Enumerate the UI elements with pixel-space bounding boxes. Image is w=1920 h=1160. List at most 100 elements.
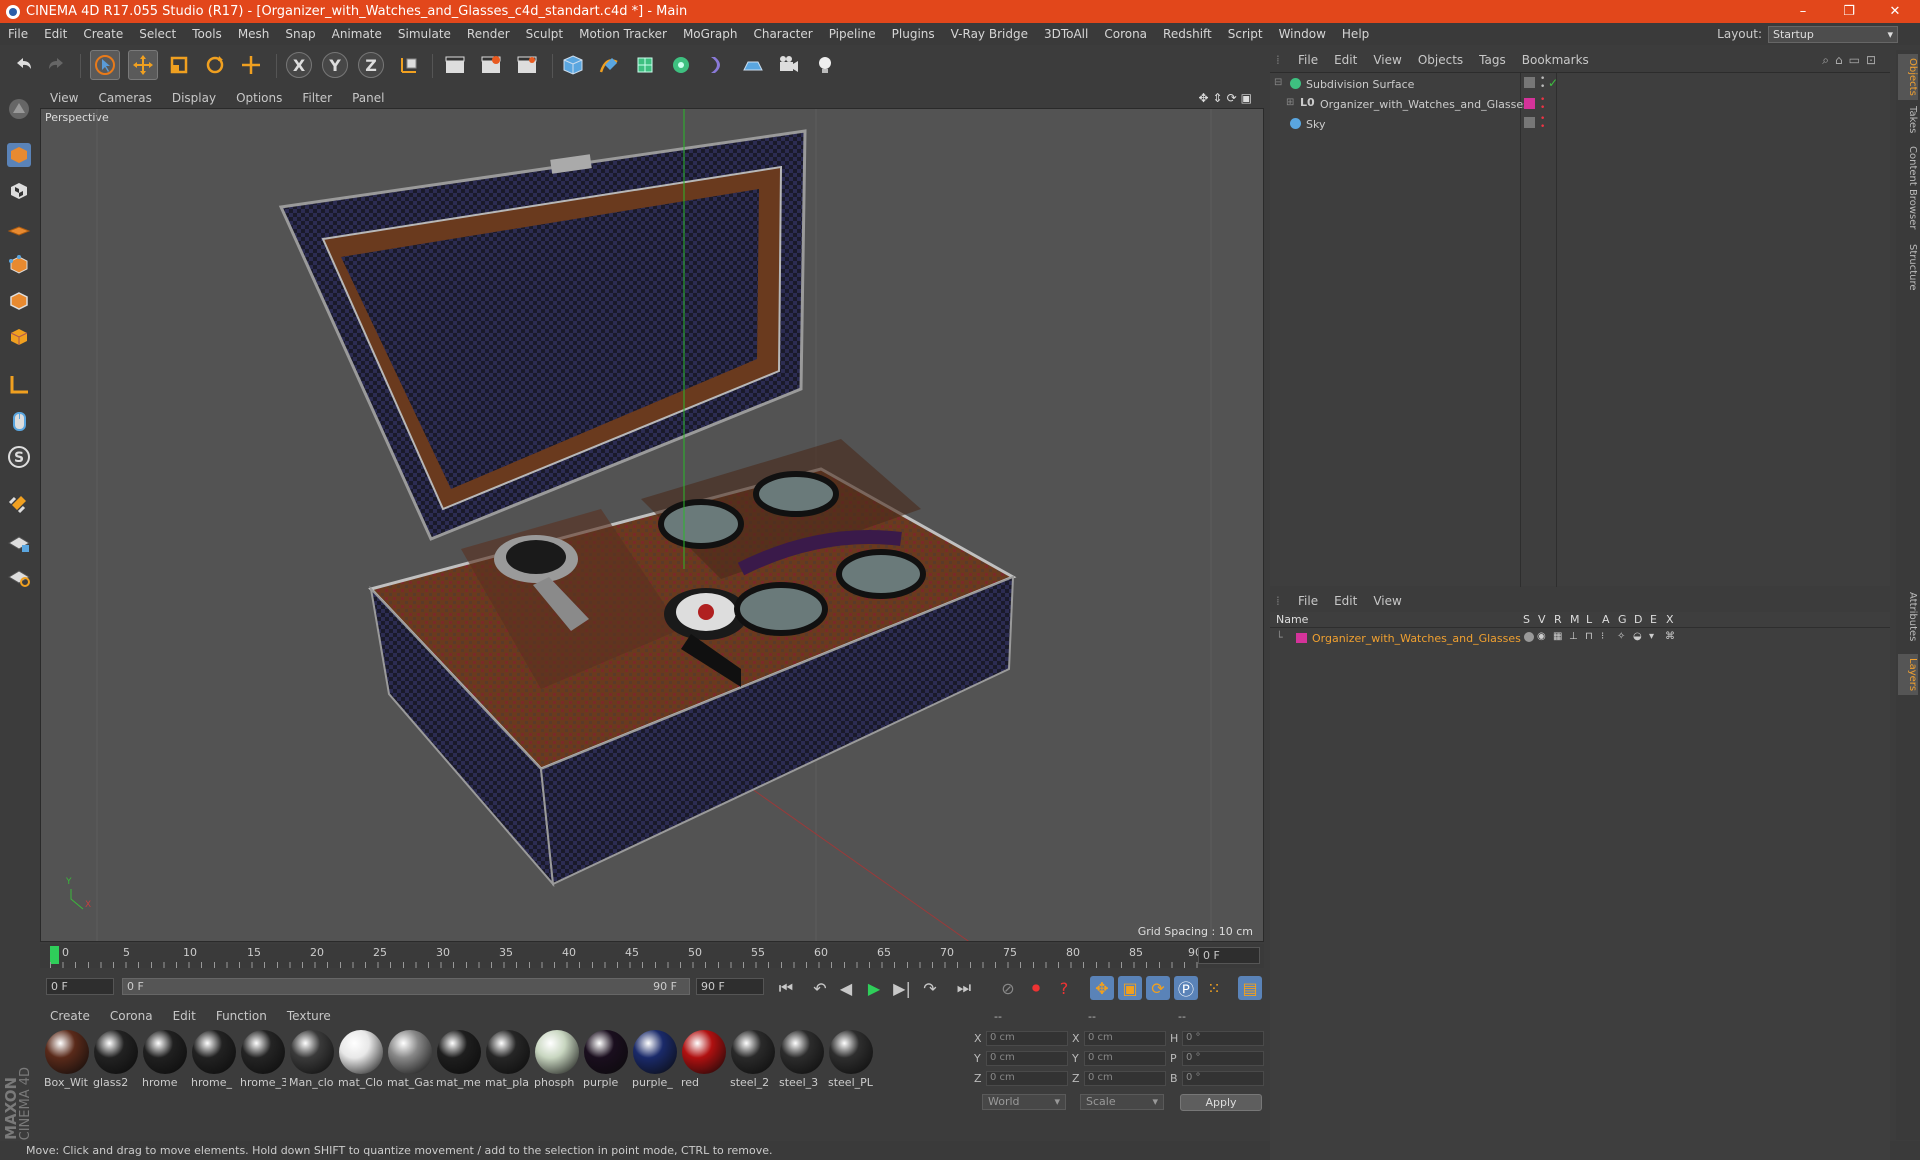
objects-menu-objects[interactable]: Objects <box>1410 53 1471 67</box>
maximize-button[interactable]: ❐ <box>1826 0 1872 23</box>
autokey-button[interactable]: ⏺ <box>1024 976 1048 1000</box>
z-axis-lock-button[interactable]: Z <box>358 52 384 78</box>
keyframe-selection-button[interactable]: ? <box>1052 976 1076 1000</box>
expand-toggle-icon[interactable]: ⊞ <box>1286 97 1294 108</box>
make-editable-button[interactable] <box>4 94 34 124</box>
add-spline-button[interactable] <box>594 50 624 80</box>
enabled-check-icon[interactable]: ✓ <box>1548 76 1558 90</box>
tab-objects[interactable]: Objects <box>1898 54 1918 100</box>
viewport-menu-display[interactable]: Display <box>162 91 226 105</box>
edges-mode-button[interactable] <box>4 286 34 316</box>
tab-takes[interactable]: Takes <box>1898 106 1918 133</box>
y-axis-lock-button[interactable]: Y <box>322 52 348 78</box>
lock-icon[interactable]: ⊓ <box>1585 631 1593 642</box>
go-to-start-button[interactable]: ⏮ <box>774 976 798 1000</box>
material-swatch[interactable]: steel_PL <box>828 1030 874 1090</box>
objects-menu-edit[interactable]: Edit <box>1326 53 1365 67</box>
end-frame-field[interactable]: 90 F <box>696 978 764 995</box>
menu-snap[interactable]: Snap <box>277 27 323 41</box>
layer-col-manager[interactable]: M <box>1570 613 1580 626</box>
magnet-button[interactable] <box>4 488 34 518</box>
start-frame-field[interactable]: 0 F <box>46 978 114 995</box>
position-z-field[interactable]: 0 cm <box>986 1071 1068 1086</box>
object-manager-tools[interactable]: ⌕⌂▭⊡ <box>1822 53 1882 68</box>
layer-col-xref[interactable]: X <box>1666 613 1674 626</box>
size-y-field[interactable]: 0 cm <box>1084 1051 1166 1066</box>
points-mode-button[interactable] <box>4 250 34 280</box>
apply-button[interactable]: Apply <box>1180 1094 1262 1111</box>
menu-simulate[interactable]: Simulate <box>390 27 459 41</box>
coordinate-system-button[interactable] <box>394 50 424 80</box>
visibility-dots[interactable]: • • <box>1540 75 1545 92</box>
timeline-ruler[interactable]: 0 5 10 15 20 25 30 35 40 45 50 55 60 65 … <box>40 944 1264 968</box>
objects-menu-tags[interactable]: Tags <box>1471 53 1514 67</box>
objects-menu-view[interactable]: View <box>1365 53 1409 67</box>
rotation-h-field[interactable]: 0 ° <box>1182 1031 1264 1046</box>
frame-ruler[interactable]: 0 5 10 15 20 25 30 35 40 45 50 55 60 65 … <box>50 944 1202 968</box>
material-swatch[interactable]: mat_Gas <box>387 1030 433 1090</box>
previous-key-button[interactable]: ↶ <box>808 976 832 1000</box>
coordinate-space-dropdown[interactable]: World ▾ <box>982 1094 1066 1110</box>
object-name[interactable]: Subdivision Surface <box>1306 78 1414 91</box>
minimize-button[interactable]: – <box>1780 0 1826 23</box>
material-swatch[interactable]: purple_ <box>632 1030 678 1090</box>
object-row-sky[interactable]: Sky • • <box>1270 115 1890 134</box>
record-keys-button[interactable]: ⊘ <box>996 976 1020 1000</box>
next-key-button[interactable]: ↷ <box>918 976 942 1000</box>
menu-script[interactable]: Script <box>1220 27 1271 41</box>
tweak-mode-button[interactable] <box>4 406 34 436</box>
layer-col-view[interactable]: V <box>1538 613 1546 626</box>
menu-redshift[interactable]: Redshift <box>1155 27 1220 41</box>
view-eye-icon[interactable]: ◉ <box>1537 631 1546 642</box>
panel-grip-icon[interactable]: ⁞ <box>1276 594 1290 608</box>
material-swatch[interactable]: steel_2 <box>730 1030 776 1090</box>
position-x-field[interactable]: 0 cm <box>986 1031 1068 1046</box>
deformer-icon[interactable]: ◒ <box>1633 631 1642 642</box>
workplane-mode-button[interactable] <box>4 212 34 242</box>
objects-menu-bookmarks[interactable]: Bookmarks <box>1514 53 1597 67</box>
position-y-field[interactable]: 0 cm <box>986 1051 1068 1066</box>
add-floor-button[interactable] <box>738 50 768 80</box>
material-swatch[interactable]: Box_Wit <box>44 1030 90 1090</box>
viewport-menu-options[interactable]: Options <box>226 91 292 105</box>
material-swatch[interactable]: glass2 <box>93 1030 139 1090</box>
size-mode-dropdown[interactable]: Scale ▾ <box>1080 1094 1164 1110</box>
menu-animate[interactable]: Animate <box>324 27 390 41</box>
viewport-menu-filter[interactable]: Filter <box>292 91 342 105</box>
material-swatch[interactable]: steel_3 <box>779 1030 825 1090</box>
key-scale-button[interactable]: ▣ <box>1118 976 1142 1000</box>
material-swatch[interactable]: red <box>681 1030 727 1090</box>
material-menu-texture[interactable]: Texture <box>277 1009 341 1023</box>
material-swatch[interactable]: hrome_3 <box>240 1030 286 1090</box>
render-to-picture-viewer-button[interactable] <box>476 50 506 80</box>
tab-content-browser[interactable]: Content Browser <box>1898 146 1918 229</box>
viewport-menu-view[interactable]: View <box>40 91 88 105</box>
layer-col-solo[interactable]: S <box>1523 613 1530 626</box>
layer-col-expressions[interactable]: E <box>1650 613 1657 626</box>
material-menu-function[interactable]: Function <box>206 1009 277 1023</box>
frame-range-slider[interactable]: 0 F 90 F <box>122 978 690 995</box>
objects-menu-file[interactable]: File <box>1290 53 1326 67</box>
generator-icon[interactable]: ✧ <box>1617 631 1625 642</box>
menu-sculpt[interactable]: Sculpt <box>518 27 571 41</box>
menu-motion-tracker[interactable]: Motion Tracker <box>571 27 675 41</box>
viewport-nav-icons[interactable]: ✥⇕⟳▣ <box>1198 91 1256 105</box>
key-rotation-button[interactable]: ⟳ <box>1146 976 1170 1000</box>
menu-mesh[interactable]: Mesh <box>230 27 278 41</box>
key-parameter-button[interactable]: Ⓟ <box>1174 976 1198 1000</box>
material-menu-corona[interactable]: Corona <box>100 1009 163 1023</box>
material-menu-edit[interactable]: Edit <box>163 1009 206 1023</box>
layer-name[interactable]: Organizer_with_Watches_and_Glasses <box>1312 632 1521 645</box>
object-row-subdivision[interactable]: ⊟ Subdivision Surface • • ✓ <box>1270 75 1890 94</box>
visibility-dots[interactable]: • • <box>1540 115 1545 132</box>
rotation-b-field[interactable]: 0 ° <box>1182 1071 1264 1086</box>
menu-help[interactable]: Help <box>1334 27 1377 41</box>
layer-col-deformers[interactable]: D <box>1634 613 1642 626</box>
menu-window[interactable]: Window <box>1271 27 1334 41</box>
menu-corona[interactable]: Corona <box>1096 27 1155 41</box>
add-generator-button[interactable] <box>630 50 660 80</box>
polygons-mode-button[interactable] <box>4 322 34 352</box>
tab-attributes[interactable]: Attributes <box>1898 592 1918 641</box>
menu-character[interactable]: Character <box>745 27 820 41</box>
layer-color-swatch[interactable] <box>1296 633 1307 643</box>
